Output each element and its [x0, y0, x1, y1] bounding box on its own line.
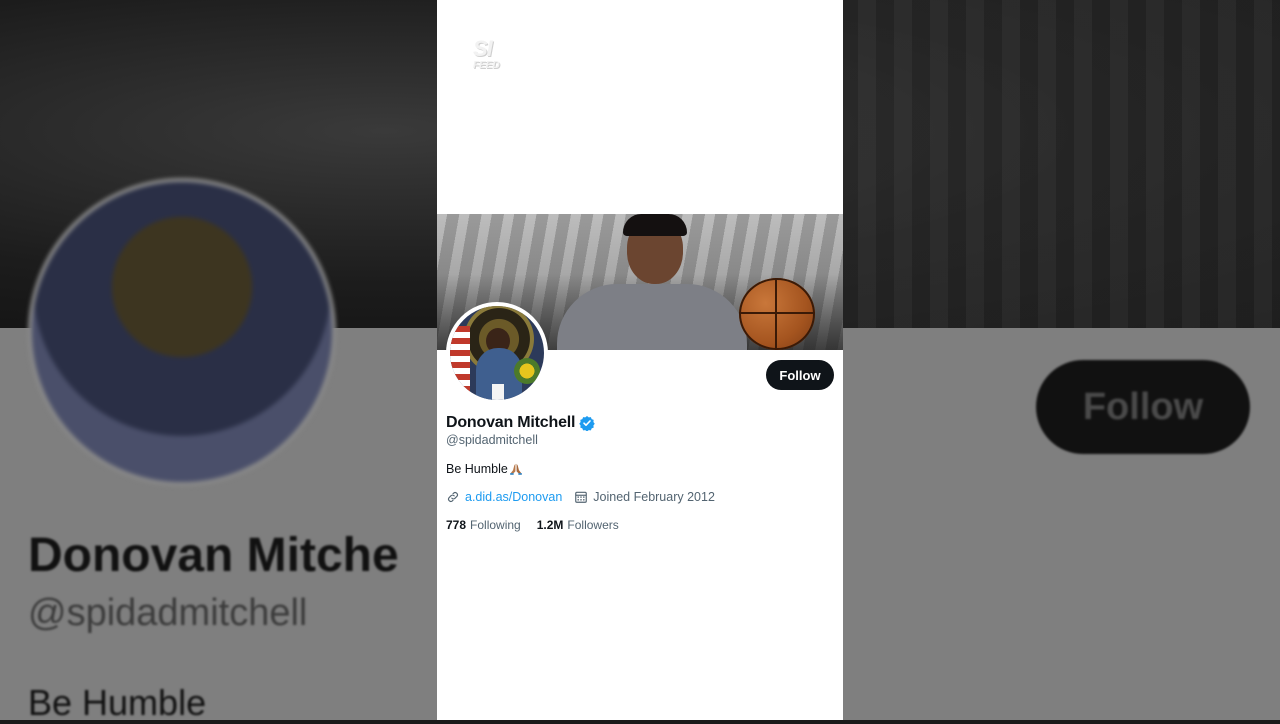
- profile-handle: @spidadmitchell: [446, 433, 538, 447]
- profile-name-row: Donovan Mitchell: [446, 412, 595, 434]
- follow-button[interactable]: Follow: [766, 360, 834, 390]
- followers-link[interactable]: 1.2M Followers: [537, 518, 619, 532]
- player-hair: [623, 214, 687, 236]
- basketball-icon: [739, 278, 815, 350]
- profile-name: Donovan Mitchell: [446, 414, 576, 431]
- banner-player: [557, 214, 815, 350]
- following-label: Following: [470, 518, 521, 532]
- player-torso: [557, 284, 747, 350]
- avatar-flag: [450, 326, 470, 396]
- logo-si: SI: [473, 36, 493, 61]
- avatar-paper: [492, 384, 504, 400]
- folded-hands-icon: [510, 463, 522, 475]
- profile-stats: 778 Following 1.2M Followers: [446, 517, 635, 533]
- profile-bio: Be Humble: [446, 462, 523, 476]
- followers-label: Followers: [567, 518, 619, 532]
- logo-feed: FEED: [473, 60, 500, 71]
- following-count: 778: [446, 518, 467, 532]
- joined-date: Joined February 2012: [593, 490, 715, 504]
- followers-count: 1.2M: [536, 518, 564, 532]
- verified-badge-icon: [579, 416, 595, 431]
- avatar[interactable]: [446, 302, 548, 404]
- calendar-icon: [575, 491, 588, 503]
- profile-meta: a.did.as/Donovan Joined February 2012: [446, 489, 715, 505]
- profile-website-link[interactable]: a.did.as/Donovan: [465, 490, 562, 504]
- link-icon: [448, 492, 458, 502]
- blurred-name: Donovan Mitche: [28, 529, 399, 582]
- blurred-avatar: [28, 178, 336, 486]
- profile-column: SI FEED Follow Donovan Mitchell @spidadm…: [437, 0, 843, 720]
- blurred-bio: Be Humble: [28, 682, 207, 723]
- avatar-flowers: [514, 358, 540, 384]
- blurred-follow-button: Follow: [1036, 360, 1250, 454]
- following-link[interactable]: 778 Following: [446, 518, 521, 532]
- si-feed-logo: SI FEED: [473, 38, 517, 82]
- blurred-handle: @spidadmitchell: [28, 592, 308, 634]
- bio-text: Be Humble: [446, 462, 508, 476]
